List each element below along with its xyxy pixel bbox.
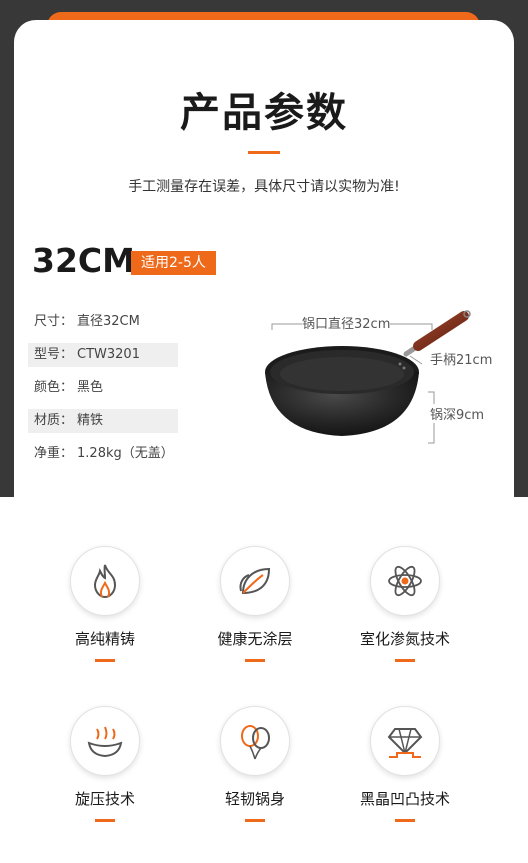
- feature-label: 健康无涂层: [217, 630, 293, 648]
- feature-label: 室化渗氮技术: [359, 630, 450, 648]
- feature-label: 轻韧锅身: [224, 790, 285, 808]
- feature-underline: [245, 659, 265, 662]
- feature-label: 高纯精铸: [74, 630, 135, 648]
- spec-label: 颜色：: [34, 380, 74, 395]
- spin-bowl-icon: [87, 726, 123, 758]
- depth-label: 锅深9cm: [430, 404, 485, 423]
- spec-label: 型号：: [34, 347, 74, 362]
- feature-label: 黑晶凹凸技术: [359, 790, 450, 808]
- feature-badge: [70, 706, 140, 776]
- spec-label: 尺寸：: [34, 314, 74, 329]
- feature-badge: [370, 546, 440, 616]
- leaf-icon: [239, 567, 271, 595]
- handle-length-label: 手柄21cm: [430, 349, 493, 368]
- feature-underline: [395, 659, 415, 662]
- feature-label: 旋压技术: [74, 790, 135, 808]
- measurement-note: 手工测量存在误差，具体尺寸请以实物为准!: [128, 179, 400, 195]
- flame-icon: [93, 564, 117, 599]
- spec-label: 材质：: [34, 413, 74, 428]
- spec-value: 黑色: [77, 380, 104, 395]
- title-underline: [248, 151, 280, 154]
- spec-row-color: 颜色： 黑色: [28, 376, 178, 400]
- wok-illustration: 锅口直径32cm 手柄21cm 锅深9cm: [260, 308, 510, 458]
- feature-underline: [395, 819, 415, 822]
- feature-underline: [245, 819, 265, 822]
- balloons-icon: [241, 725, 270, 760]
- spec-value: CTW3201: [77, 347, 140, 362]
- spec-value: 1.28kg（无盖）: [77, 446, 174, 461]
- spec-row-size: 尺寸： 直径32CM: [28, 310, 178, 334]
- size-value: 32CM: [32, 241, 135, 280]
- size-tag: 适用2-5人: [131, 251, 216, 275]
- spec-value: 精铁: [77, 413, 104, 428]
- spec-label: 净重：: [34, 446, 74, 461]
- diamond-icon: [387, 728, 423, 758]
- spec-value: 直径32CM: [77, 314, 140, 329]
- feature-badge: [220, 706, 290, 776]
- page-title: 产品参数: [180, 90, 348, 136]
- spec-row-weight: 净重： 1.28kg（无盖）: [28, 442, 178, 466]
- feature-badge: [70, 546, 140, 616]
- feature-underline: [95, 659, 115, 662]
- feature-badge: [370, 706, 440, 776]
- feature-underline: [95, 819, 115, 822]
- atom-icon: [388, 565, 422, 597]
- spec-row-model: 型号： CTW3201: [28, 343, 178, 367]
- feature-badge: [220, 546, 290, 616]
- spec-row-material: 材质： 精铁: [28, 409, 178, 433]
- diameter-label: 锅口直径32cm: [302, 313, 391, 332]
